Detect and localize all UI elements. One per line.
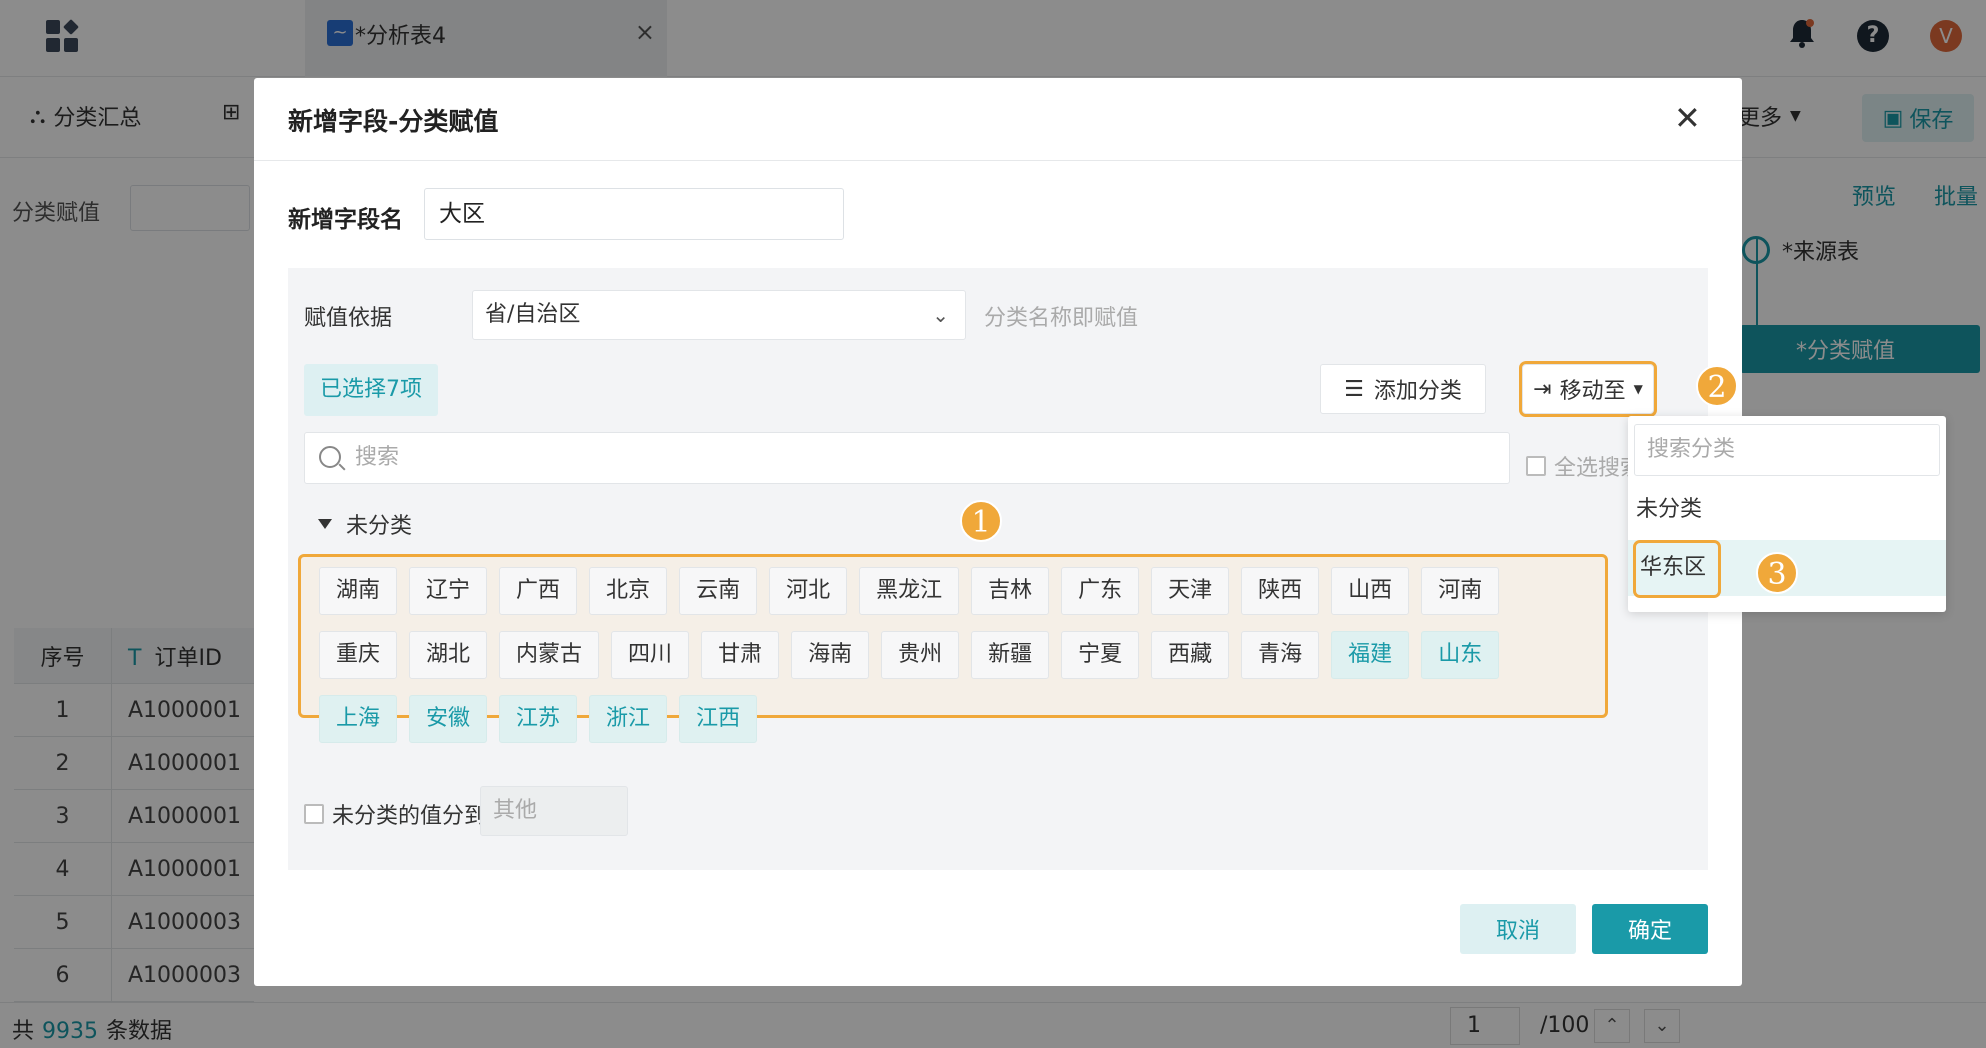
category-tag[interactable]: 山东	[1421, 631, 1500, 679]
dropdown-item-label: 华东区	[1632, 540, 1722, 598]
unclassified-checkbox[interactable]	[304, 804, 324, 824]
basis-value: 省/自治区	[485, 302, 581, 327]
unclassified-option[interactable]: 未分类的值分到	[304, 798, 486, 830]
category-tag[interactable]: 北京	[589, 567, 668, 615]
assign-panel: 赋值依据 省/自治区 ⌄ 分类名称即赋值 已选择7项 ☰ 添加分类 ⇥ 移动至 …	[288, 268, 1708, 870]
category-tag[interactable]: 重庆	[319, 631, 398, 679]
step-marker-1: 1	[960, 500, 1002, 542]
category-tag[interactable]: 安徽	[409, 695, 488, 743]
category-tag[interactable]: 辽宁	[409, 567, 488, 615]
tag-list: 湖南 辽宁 广西 北京 云南 河北 黑龙江 吉林 广东 天津 陕西 山西 河南重庆 湖北 内蒙古 四川 甘肃 海南…	[298, 554, 1608, 743]
category-tag[interactable]: 贵州	[881, 631, 960, 679]
group-label: 未分类	[346, 514, 413, 539]
dialog-title: 新增字段-分类赋值	[288, 107, 499, 136]
category-tag[interactable]: 新疆	[971, 631, 1050, 679]
category-tag[interactable]: 山西	[1331, 567, 1410, 615]
selected-count-badge: 已选择7项	[304, 364, 438, 416]
move-to-button[interactable]: ⇥ 移动至 ▼	[1519, 361, 1657, 417]
add-category-button[interactable]: ☰ 添加分类	[1320, 364, 1486, 414]
category-tag[interactable]: 陕西	[1241, 567, 1320, 615]
category-tag[interactable]: 宁夏	[1061, 631, 1140, 679]
search-icon	[319, 446, 341, 468]
step-marker-3: 3	[1756, 552, 1798, 594]
category-tag[interactable]: 甘肃	[701, 631, 780, 679]
category-tag[interactable]: 浙江	[589, 695, 668, 743]
category-tag[interactable]: 广西	[499, 567, 578, 615]
category-tag[interactable]: 西藏	[1151, 631, 1230, 679]
unclassified-label: 未分类的值分到	[332, 804, 487, 829]
category-tag[interactable]: 江西	[679, 695, 758, 743]
add-category-label: 添加分类	[1373, 379, 1462, 404]
search-placeholder: 搜索	[355, 445, 400, 470]
ok-button[interactable]: 确定	[1592, 904, 1708, 954]
category-tag[interactable]: 上海	[319, 695, 398, 743]
category-tag[interactable]: 吉林	[971, 567, 1050, 615]
close-icon[interactable]: ✕	[1674, 102, 1701, 134]
move-to-label: 移动至	[1559, 379, 1626, 404]
group-header-unclassified[interactable]: 未分类	[318, 508, 412, 540]
category-tag[interactable]: 云南	[679, 567, 758, 615]
select-all-checkbox[interactable]	[1526, 456, 1546, 476]
step-marker-2: 2	[1696, 365, 1738, 407]
basis-select[interactable]: 省/自治区 ⌄	[472, 290, 966, 340]
cancel-button[interactable]: 取消	[1460, 904, 1576, 954]
chevron-down-icon: ⌄	[932, 303, 949, 327]
add-list-icon: ☰	[1344, 376, 1364, 402]
category-tag[interactable]: 青海	[1241, 631, 1320, 679]
divider	[254, 160, 1742, 161]
category-tag[interactable]: 河北	[769, 567, 848, 615]
category-tag[interactable]: 河南	[1421, 567, 1500, 615]
basis-hint: 分类名称即赋值	[984, 306, 1139, 331]
basis-label: 赋值依据	[304, 306, 393, 331]
category-search-input[interactable]: 搜索分类	[1634, 424, 1940, 476]
category-tag[interactable]: 内蒙古	[499, 631, 600, 679]
category-tag[interactable]: 江苏	[499, 695, 578, 743]
search-input[interactable]: 搜索	[304, 432, 1510, 484]
category-tag[interactable]: 四川	[611, 631, 690, 679]
category-tag[interactable]: 福建	[1331, 631, 1410, 679]
move-icon: ⇥	[1533, 376, 1552, 402]
category-tag[interactable]: 黑龙江	[859, 567, 960, 615]
category-tag[interactable]: 天津	[1151, 567, 1230, 615]
category-tag[interactable]: 湖南	[319, 567, 398, 615]
field-name-label: 新增字段名	[288, 207, 403, 233]
category-tag[interactable]: 湖北	[409, 631, 488, 679]
dropdown-item-unclassified[interactable]: 未分类	[1628, 482, 1946, 538]
category-tag[interactable]: 海南	[791, 631, 870, 679]
unclassified-input[interactable]: 其他	[480, 786, 628, 836]
field-name-input[interactable]: 大区	[424, 188, 844, 240]
category-tag[interactable]: 广东	[1061, 567, 1140, 615]
caret-down-icon	[318, 519, 332, 529]
caret-down-icon: ▼	[1633, 382, 1643, 396]
